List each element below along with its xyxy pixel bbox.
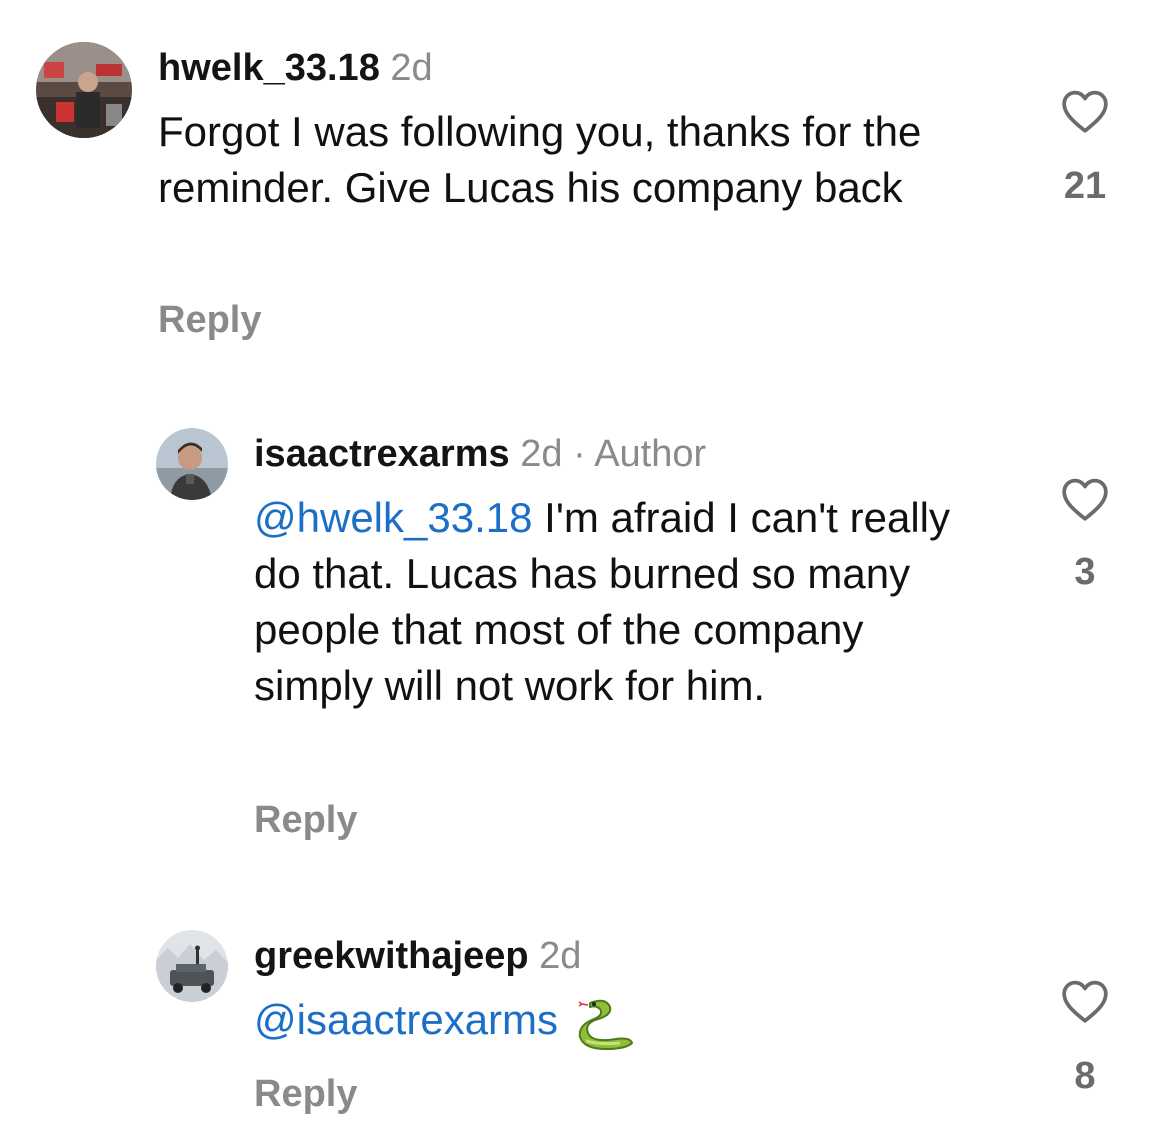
- comment-meta: isaactrexarms 2d · Author: [254, 432, 706, 476]
- comment-3: greekwithajeep 2d @isaactrexarms Reply 8: [0, 910, 1170, 1134]
- comment-text: @hwelk_33.18 I'm afraid I can't really d…: [254, 490, 994, 714]
- reply-button[interactable]: Reply: [254, 798, 357, 842]
- comment-text: @isaactrexarms: [254, 992, 994, 1051]
- meta-separator: ·: [573, 433, 586, 475]
- username[interactable]: isaactrexarms: [254, 433, 510, 475]
- avatar-photo-gym: [36, 42, 132, 138]
- comment-1: hwelk_33.18 2d Forgot I was following yo…: [0, 0, 1170, 360]
- like-count: 8: [1074, 1055, 1096, 1097]
- avatar[interactable]: [36, 42, 132, 138]
- mention-link[interactable]: @isaactrexarms: [254, 996, 558, 1043]
- reply-button[interactable]: Reply: [254, 1072, 357, 1116]
- avatar-photo-jeep: [156, 930, 228, 1002]
- username[interactable]: hwelk_33.18: [158, 47, 380, 89]
- timestamp: 2d: [390, 47, 433, 89]
- comment-text: Forgot I was following you, thanks for t…: [158, 104, 1008, 216]
- avatar-photo-portrait: [156, 428, 228, 500]
- like-control: 8: [1045, 978, 1125, 1098]
- like-count: 3: [1074, 551, 1096, 593]
- heart-icon[interactable]: [1060, 476, 1110, 522]
- timestamp: 2d: [520, 433, 563, 475]
- comment-meta: hwelk_33.18 2d: [158, 46, 433, 90]
- comment-text-content: Forgot I was following you, thanks for t…: [158, 108, 922, 211]
- author-badge: Author: [594, 433, 707, 475]
- mention-link[interactable]: @hwelk_33.18: [254, 494, 532, 541]
- like-control: 3: [1045, 476, 1125, 594]
- timestamp: 2d: [539, 935, 582, 977]
- like-count: 21: [1063, 165, 1107, 207]
- reply-button[interactable]: Reply: [158, 298, 261, 342]
- comment-2: isaactrexarms 2d · Author @hwelk_33.18 I…: [0, 400, 1170, 870]
- username[interactable]: greekwithajeep: [254, 935, 529, 977]
- snake-emoji: [578, 999, 633, 1050]
- like-control: 21: [1045, 88, 1125, 208]
- avatar[interactable]: [156, 930, 228, 1002]
- heart-icon[interactable]: [1060, 88, 1110, 134]
- heart-icon[interactable]: [1060, 978, 1110, 1024]
- comment-meta: greekwithajeep 2d: [254, 934, 581, 978]
- avatar[interactable]: [156, 428, 228, 500]
